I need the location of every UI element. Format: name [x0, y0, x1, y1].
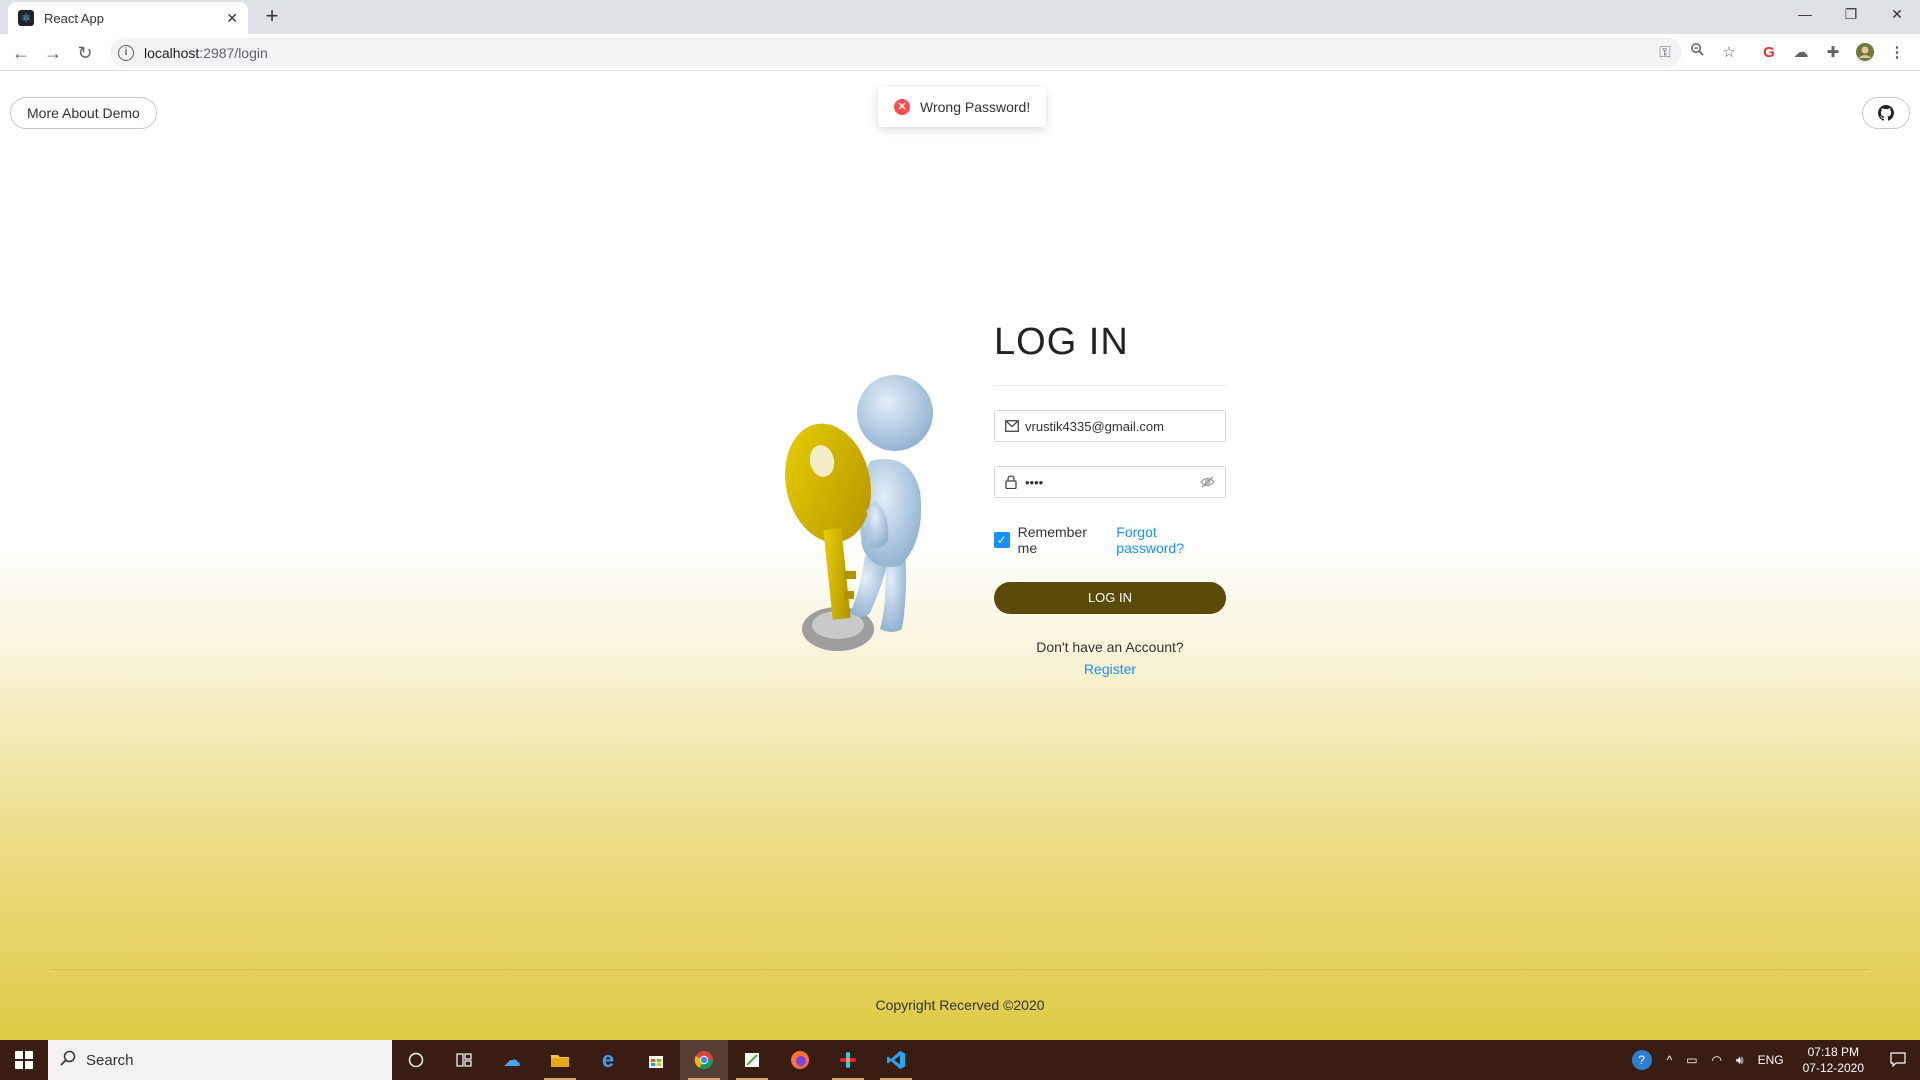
battery-icon[interactable]: ▭ — [1679, 1053, 1704, 1067]
language-indicator[interactable]: ENG — [1751, 1053, 1791, 1067]
register-link[interactable]: Register — [994, 658, 1226, 680]
cortana-icon[interactable] — [392, 1040, 440, 1080]
notifications-icon[interactable] — [1876, 1051, 1920, 1070]
browser-toolbar: ← → ↻ i localhost:2987/login ⚿ ☆ G ☁ ✚ ⋮ — [0, 34, 1920, 71]
url-host: localhost — [144, 44, 200, 61]
error-toast: ✕ Wrong Password! — [878, 87, 1047, 127]
extensions-puzzle-icon[interactable]: ✚ — [1822, 42, 1844, 64]
firefox-icon[interactable] — [776, 1040, 824, 1080]
react-favicon-icon: ⚛ — [18, 10, 34, 26]
search-placeholder: Search — [86, 1051, 134, 1069]
clock[interactable]: 07:18 PM 07-12-2020 — [1791, 1044, 1876, 1076]
page-title: LOG IN — [994, 321, 1129, 363]
slack-icon[interactable] — [824, 1040, 872, 1080]
wifi-icon[interactable]: ◠ — [1705, 1053, 1729, 1067]
browser-tab[interactable]: ⚛ React App ✕ — [8, 2, 248, 34]
error-icon: ✕ — [894, 99, 910, 115]
windows-icon — [15, 1051, 33, 1069]
windows-taskbar: Search ☁ e ? ^ ▭ ◠ 🔊︎ ENG 07:18 PM 07-12… — [0, 1040, 1920, 1080]
file-explorer-icon[interactable] — [536, 1040, 584, 1080]
chrome-taskbar-icon[interactable] — [680, 1040, 728, 1080]
chevron-up-icon[interactable]: ^ — [1660, 1053, 1680, 1067]
forgot-password-link[interactable]: Forgot password? — [1116, 524, 1226, 556]
reload-button[interactable]: ↻ — [72, 40, 98, 66]
chrome-menu-icon[interactable]: ⋮ — [1886, 42, 1908, 64]
site-info-icon[interactable]: i — [118, 44, 134, 61]
login-button[interactable]: LOG IN — [994, 582, 1226, 614]
github-button[interactable] — [1862, 97, 1910, 129]
password-value: •••• — [1025, 474, 1044, 490]
clock-date: 07-12-2020 — [1802, 1061, 1864, 1075]
minimize-button[interactable]: — — [1782, 0, 1828, 28]
remember-row: ✓ Remember me Forgot password? — [994, 524, 1226, 556]
window-close-button[interactable]: ✕ — [1874, 0, 1920, 28]
remember-checkbox[interactable]: ✓ — [994, 532, 1010, 548]
github-icon — [1878, 105, 1894, 121]
browser-tabstrip: ⚛ React App ✕ + — ❐ ✕ — [0, 0, 1920, 34]
tab-close-icon[interactable]: ✕ — [226, 10, 238, 27]
forward-button[interactable]: → — [40, 40, 66, 66]
back-button[interactable]: ← — [8, 40, 34, 66]
lock-icon — [1005, 475, 1019, 489]
title-divider — [994, 385, 1226, 386]
store-icon[interactable] — [632, 1040, 680, 1080]
edge-icon[interactable]: e — [584, 1040, 632, 1080]
mail-icon — [1005, 420, 1019, 432]
restore-button[interactable]: ❐ — [1828, 0, 1874, 28]
password-field[interactable]: •••• — [994, 466, 1226, 498]
eye-invisible-icon[interactable] — [1200, 476, 1215, 488]
register-prompt: Don't have an Account? Register — [994, 636, 1226, 680]
zoom-icon[interactable] — [1686, 42, 1708, 64]
start-button[interactable] — [0, 1040, 48, 1080]
no-account-text: Don't have an Account? — [1036, 639, 1184, 655]
more-about-demo-button[interactable]: More About Demo — [10, 97, 157, 129]
email-value: vrustik4335@gmail.com — [1025, 418, 1164, 434]
url-path: :2987/login — [199, 44, 268, 61]
key-figure-illustration — [785, 375, 933, 651]
bookmark-star-icon[interactable]: ☆ — [1718, 42, 1740, 64]
task-view-icon[interactable] — [440, 1040, 488, 1080]
login-page: More About Demo ✕ Wrong Password! LOG IN… — [0, 71, 1920, 1040]
remember-label[interactable]: Remember me — [1018, 524, 1109, 556]
vscode-icon[interactable] — [872, 1040, 920, 1080]
extension-cloud-icon[interactable]: ☁ — [1790, 42, 1812, 64]
clock-time: 07:18 PM — [1807, 1045, 1859, 1059]
help-icon[interactable]: ? — [1631, 1050, 1652, 1070]
notepad-icon[interactable] — [728, 1040, 776, 1080]
system-tray: ? ^ ▭ ◠ 🔊︎ ENG 07:18 PM 07-12-2020 — [1631, 1040, 1920, 1080]
key-icon[interactable]: ⚿ — [1654, 42, 1676, 64]
search-icon — [60, 1050, 76, 1070]
taskbar-search[interactable]: Search — [48, 1040, 392, 1080]
extension-red-icon[interactable]: G — [1758, 42, 1780, 64]
address-bar[interactable]: i localhost:2987/login — [110, 38, 1682, 67]
login-form: LOG IN vrustik4335@gmail.com •••• ✓ Reme… — [994, 321, 1226, 680]
copyright-text: Copyright Recerved ©2020 — [875, 997, 1045, 1013]
toast-message: Wrong Password! — [920, 99, 1031, 115]
tab-title: React App — [44, 10, 104, 26]
weather-app-icon[interactable]: ☁ — [488, 1040, 536, 1080]
volume-icon[interactable]: 🔊︎ — [1729, 1053, 1751, 1068]
footer-divider — [50, 969, 1870, 970]
email-field[interactable]: vrustik4335@gmail.com — [994, 410, 1226, 442]
new-tab-button[interactable]: + — [260, 5, 284, 29]
profile-avatar[interactable] — [1854, 42, 1876, 64]
